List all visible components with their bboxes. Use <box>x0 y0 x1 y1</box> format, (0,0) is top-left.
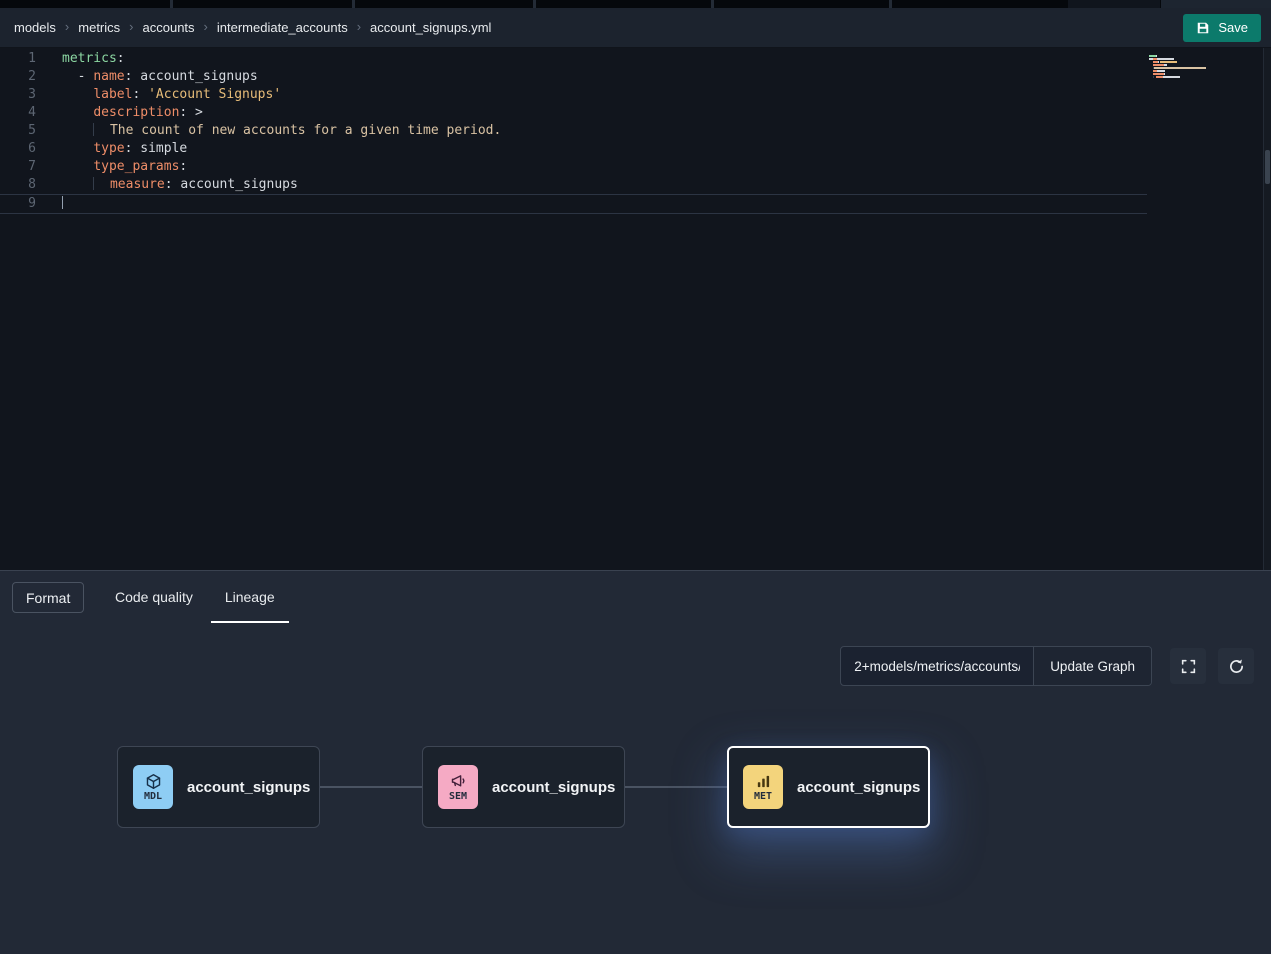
lineage-edge <box>625 786 727 788</box>
line-number: 6 <box>0 140 36 158</box>
node-type-badge: MDL <box>144 791 162 802</box>
save-button-label: Save <box>1218 20 1248 35</box>
editor-line[interactable]: 3 label: 'Account Signups' <box>0 86 1147 104</box>
update-graph-button[interactable]: Update Graph <box>1033 647 1151 685</box>
lineage-selector-input[interactable] <box>841 647 1033 685</box>
scrollbar-thumb[interactable] <box>1265 150 1270 184</box>
line-code: type_params: <box>62 158 187 176</box>
tab-divider <box>889 0 892 8</box>
line-number: 1 <box>0 50 36 68</box>
tab-divider <box>711 0 714 8</box>
bottom-panel: Format Code quality Lineage Update Graph <box>0 570 1271 954</box>
metric-chart-icon <box>755 773 772 790</box>
semantic-megaphone-icon <box>450 773 467 790</box>
tab-code-quality[interactable]: Code quality <box>99 571 209 623</box>
refresh-icon <box>1228 658 1245 675</box>
node-type-tile: SEM <box>438 765 478 809</box>
line-number: 2 <box>0 68 36 86</box>
editor-line[interactable]: 5 The count of new accounts for a given … <box>0 122 1147 140</box>
line-code: description: > <box>62 104 203 122</box>
node-title: account_signups <box>187 779 310 796</box>
node-type-badge: MET <box>754 791 772 802</box>
breadcrumb-item-accounts[interactable]: accounts <box>143 20 195 35</box>
tab-lineage[interactable]: Lineage <box>209 571 291 623</box>
breadcrumb-item-filename: account_signups.yml <box>370 20 491 35</box>
editor-scrollbar[interactable] <box>1263 48 1271 570</box>
lineage-node[interactable]: MDL account_signups <box>117 746 320 828</box>
node-type-tile: MET <box>743 765 783 809</box>
lineage-selector-group: Update Graph <box>840 646 1152 686</box>
dbt-ide-window: models › metrics › accounts › intermedia… <box>0 0 1271 954</box>
line-code: The count of new accounts for a given ti… <box>62 122 501 140</box>
editor-line[interactable]: 8 measure: account_signups <box>0 176 1147 194</box>
code-editor[interactable]: 1 metrics: 2 - name: account_signups 3 l… <box>0 48 1271 570</box>
model-cube-icon <box>145 773 162 790</box>
line-code <box>62 195 63 213</box>
chevron-right-icon: › <box>65 19 69 34</box>
format-button[interactable]: Format <box>12 582 84 613</box>
line-code: type: simple <box>62 140 187 158</box>
line-code: - name: account_signups <box>62 68 258 86</box>
expand-fullscreen-icon <box>1180 658 1197 675</box>
breadcrumb-bar: models › metrics › accounts › intermedia… <box>0 8 1271 48</box>
breadcrumb-item-models[interactable]: models <box>14 20 56 35</box>
tab-divider <box>533 0 536 8</box>
fullscreen-button[interactable] <box>1170 648 1206 684</box>
lineage-node[interactable]: MET account_signups <box>727 746 930 828</box>
tab-divider <box>352 0 355 8</box>
node-type-badge: SEM <box>449 791 467 802</box>
editor-minimap[interactable] <box>1149 55 1213 82</box>
lineage-node[interactable]: SEM account_signups <box>422 746 625 828</box>
editor-lines: 1 metrics: 2 - name: account_signups 3 l… <box>0 50 1147 214</box>
tab-divider <box>170 0 173 8</box>
editor-line[interactable]: 1 metrics: <box>0 50 1147 68</box>
editor-line[interactable]: 2 - name: account_signups <box>0 68 1147 86</box>
node-type-tile: MDL <box>133 765 173 809</box>
file-tab[interactable] <box>1068 0 1160 8</box>
editor-line[interactable]: 6 type: simple <box>0 140 1147 158</box>
editor-line[interactable]: 4 description: > <box>0 104 1147 122</box>
floppy-save-icon <box>1196 21 1210 35</box>
chevron-right-icon: › <box>129 19 133 34</box>
editor-line[interactable]: 7 type_params: <box>0 158 1147 176</box>
file-tab[interactable] <box>1161 0 1271 8</box>
chevron-right-icon: › <box>204 19 208 34</box>
bottom-panel-tabs: Code quality Lineage <box>99 571 291 623</box>
line-code: label: 'Account Signups' <box>62 86 281 104</box>
editor-line[interactable]: 9 <box>0 194 1147 214</box>
line-number: 4 <box>0 104 36 122</box>
tab-lineage-label: Lineage <box>225 589 275 605</box>
node-title: account_signups <box>797 779 920 796</box>
refresh-graph-button[interactable] <box>1218 648 1254 684</box>
line-code: metrics: <box>62 50 125 68</box>
line-code: measure: account_signups <box>62 176 298 194</box>
line-number: 3 <box>0 86 36 104</box>
chevron-right-icon: › <box>357 19 361 34</box>
node-title: account_signups <box>492 779 615 796</box>
line-number: 7 <box>0 158 36 176</box>
breadcrumb: models › metrics › accounts › intermedia… <box>14 20 491 35</box>
lineage-toolbar: Update Graph <box>840 646 1254 686</box>
line-number: 9 <box>0 195 36 213</box>
save-button[interactable]: Save <box>1183 14 1261 42</box>
file-tab-strip[interactable] <box>0 0 1271 8</box>
breadcrumb-item-metrics[interactable]: metrics <box>78 20 120 35</box>
lineage-edge <box>320 786 422 788</box>
line-number: 5 <box>0 122 36 140</box>
line-number: 8 <box>0 176 36 194</box>
tab-code-quality-label: Code quality <box>115 589 193 605</box>
breadcrumb-item-intermediate-accounts[interactable]: intermediate_accounts <box>217 20 348 35</box>
